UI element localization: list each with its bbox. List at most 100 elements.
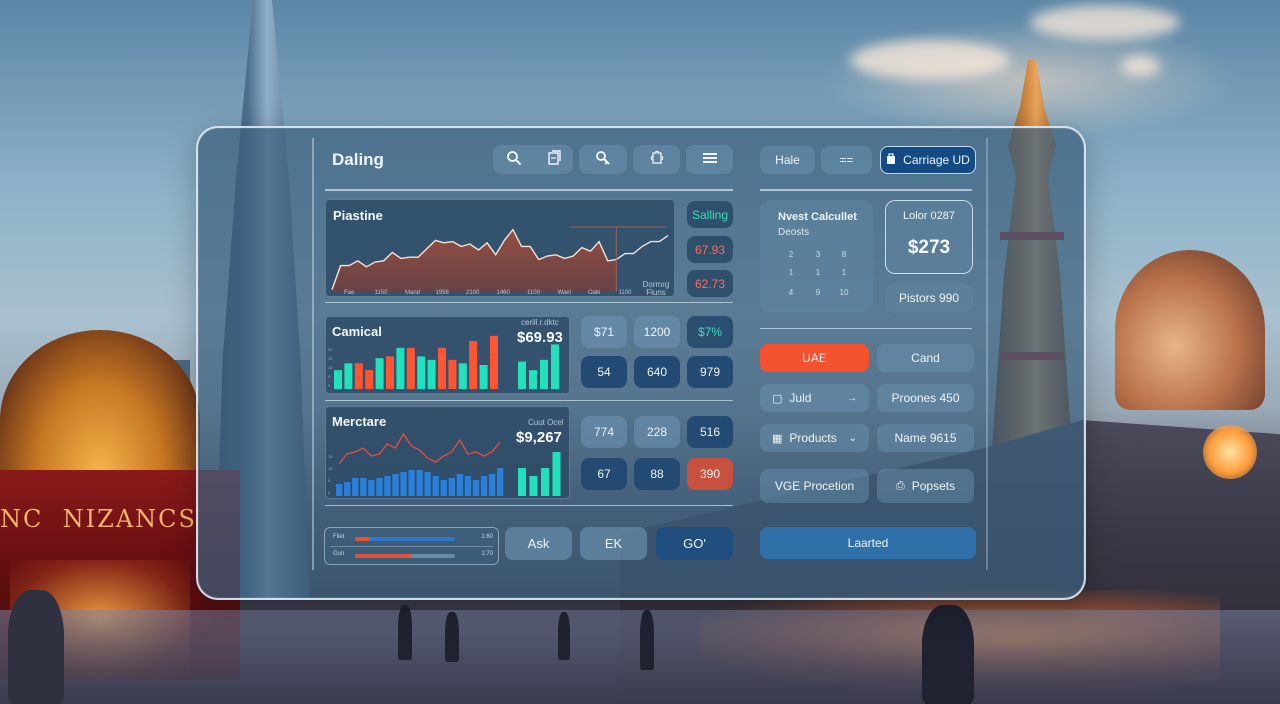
- popsets-label: Popsets: [911, 479, 956, 493]
- camical-bar: [438, 347, 446, 389]
- merctare-bar: [360, 478, 367, 496]
- calc-key[interactable]: 4: [784, 288, 798, 297]
- carriage-button[interactable]: Carriage UD: [880, 146, 976, 174]
- camical-tile[interactable]: 1200: [634, 316, 680, 348]
- puzzle-button[interactable]: [633, 145, 680, 174]
- camical-bar: [479, 365, 488, 389]
- calc-key[interactable]: 2: [784, 250, 798, 259]
- merctare-bar: [480, 476, 488, 496]
- merctare-tile[interactable]: 516: [687, 416, 733, 448]
- merctare-tile[interactable]: 390: [687, 458, 733, 490]
- menu-button[interactable]: [686, 145, 733, 174]
- calc-key[interactable]: 10: [837, 288, 851, 297]
- progress-row: Gun 1:70: [333, 551, 493, 563]
- document-icon: ▢: [772, 392, 783, 405]
- camical-bar: [396, 347, 405, 389]
- calc-key[interactable]: 3: [811, 250, 825, 259]
- loaded-button[interactable]: Laarted: [760, 527, 976, 559]
- merctare-tile[interactable]: 228: [634, 416, 680, 448]
- filters-button[interactable]: Pistors 990: [885, 283, 973, 313]
- calc-key[interactable]: 9: [811, 288, 825, 297]
- proones-button[interactable]: Proones 450: [877, 384, 974, 412]
- cand-button[interactable]: Cand: [877, 344, 974, 372]
- merctare-title: Merctare: [332, 414, 387, 429]
- cloud: [850, 40, 1010, 80]
- merctare-bar: [432, 476, 439, 496]
- color-card-label: Lolor 0287: [903, 210, 955, 222]
- toolbar-group-search-docs: [493, 145, 573, 174]
- camical-tile[interactable]: $71: [581, 316, 627, 348]
- chevron-down-icon: ⌄: [848, 432, 857, 444]
- merctare-bar: [408, 470, 415, 496]
- calculator-card: Nvest Calcullet Deosts 2 3 8 1 1 1 4 9 1…: [760, 200, 873, 312]
- merctare-tile[interactable]: 774: [581, 416, 627, 448]
- color-value-card[interactable]: Lolor 0287 $273: [885, 200, 973, 274]
- grid-icon: ▦: [772, 432, 783, 445]
- list-view-button[interactable]: ==: [821, 146, 872, 174]
- app-title: Daling: [332, 150, 384, 169]
- add-dropdown[interactable]: ▢ Juld →: [760, 384, 869, 412]
- popsets-button[interactable]: ⎙ Popsets: [877, 469, 974, 503]
- price-badge-1[interactable]: 67.93: [687, 236, 733, 263]
- person: [445, 612, 459, 662]
- x-tick-label: 1998: [436, 290, 450, 296]
- merctare-tile[interactable]: 88: [634, 458, 680, 490]
- calc-key[interactable]: 1: [837, 268, 851, 277]
- merctare-side-bar: [518, 468, 526, 496]
- camical-tile[interactable]: 54: [581, 356, 627, 388]
- ask-button[interactable]: Ask: [505, 527, 572, 560]
- search-icon[interactable]: [506, 150, 522, 170]
- menu-icon: [702, 151, 718, 169]
- progress-track: [355, 554, 455, 558]
- section-divider: [325, 400, 733, 401]
- x-tick-label: Fae: [344, 290, 355, 296]
- y-tick-label: 15: [328, 356, 333, 361]
- camical-side-bar: [529, 370, 537, 389]
- camical-bar: [344, 363, 353, 389]
- merctare-bar: [368, 480, 375, 496]
- merctare-bar: [424, 472, 431, 496]
- progress-label: Gun: [333, 551, 345, 557]
- uae-button[interactable]: UAE: [760, 344, 869, 372]
- right-header-divider: [760, 189, 972, 191]
- x-tick-label: Mand: [405, 290, 420, 296]
- camical-title: Camical: [332, 324, 382, 339]
- document-icon[interactable]: [547, 149, 561, 170]
- name-button[interactable]: Name 9615: [877, 424, 974, 452]
- person: [558, 612, 570, 660]
- key-button[interactable]: [579, 145, 627, 174]
- camical-tile[interactable]: $7%: [687, 316, 733, 348]
- y-tick-label: 10: [328, 365, 333, 370]
- male-button[interactable]: Hale: [760, 146, 815, 174]
- chart-corner-note: Dormrg Fluns: [642, 280, 670, 297]
- merctare-bar: [352, 478, 359, 496]
- merctare-bar: [464, 476, 472, 496]
- go-button[interactable]: GO': [656, 527, 733, 560]
- salling-badge[interactable]: Salling: [687, 201, 733, 228]
- shop-sign: NC NIZANCS: [0, 505, 197, 533]
- camical-side-bar: [518, 361, 526, 389]
- merctare-subtitle: Cuut Ocel: [528, 418, 564, 427]
- vge-procetion-button[interactable]: VGE Procetion: [760, 469, 869, 503]
- merctare-tile[interactable]: 67: [581, 458, 627, 490]
- calc-key[interactable]: 1: [784, 268, 798, 277]
- products-dropdown[interactable]: ▦ Products ⌄: [760, 424, 869, 452]
- color-card-value: $273: [907, 237, 951, 258]
- calc-key[interactable]: 1: [811, 268, 825, 277]
- camical-tile[interactable]: 640: [634, 356, 680, 388]
- camical-side-bar: [551, 344, 559, 389]
- merctare-side-bar: [552, 452, 561, 496]
- person: [922, 605, 974, 704]
- x-tick-label: 1100: [619, 290, 633, 296]
- carriage-label: Carriage UD: [903, 153, 970, 167]
- price-badge-2[interactable]: 62.73: [687, 270, 733, 297]
- camical-value: $69.93: [517, 329, 563, 346]
- y-tick-label: 20: [328, 347, 333, 352]
- ek-button[interactable]: EK: [580, 527, 647, 560]
- camical-tile[interactable]: 979: [687, 356, 733, 388]
- printer-icon: ⎙: [895, 479, 905, 492]
- merctare-bar: [497, 468, 504, 496]
- y-tick-label: 5: [328, 374, 331, 379]
- calc-key[interactable]: 8: [837, 250, 851, 259]
- y-tick-label: 10: [328, 466, 333, 471]
